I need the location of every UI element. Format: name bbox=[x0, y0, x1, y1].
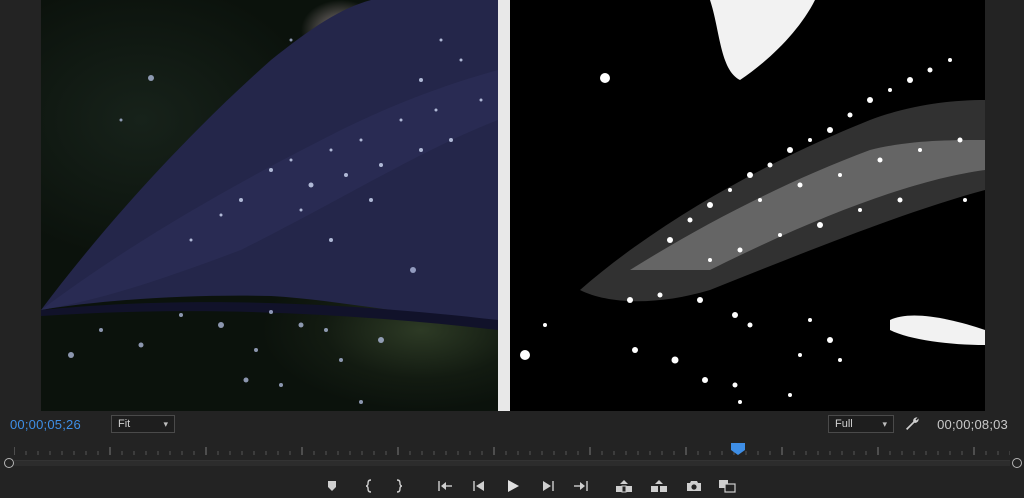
zoom-scroll-bar[interactable] bbox=[14, 460, 1010, 466]
split-divider[interactable] bbox=[498, 0, 510, 411]
time-ruler[interactable] bbox=[0, 440, 1024, 472]
mark-in-button[interactable] bbox=[360, 478, 378, 494]
export-frame-button[interactable] bbox=[685, 478, 703, 494]
reference-frame bbox=[41, 0, 498, 411]
camera-icon bbox=[687, 481, 701, 491]
lift-icon bbox=[616, 480, 632, 493]
duration-timecode: 00;00;08;03 bbox=[937, 417, 1008, 432]
marker-icon bbox=[328, 481, 336, 491]
chevron-down-icon: ▾ bbox=[163, 418, 168, 429]
play-button[interactable] bbox=[504, 478, 522, 494]
comparison-view-button[interactable] bbox=[718, 478, 736, 494]
go-to-out-button[interactable] bbox=[572, 478, 590, 494]
wrench-icon[interactable] bbox=[904, 416, 920, 432]
chevron-down-icon: ▾ bbox=[882, 418, 887, 429]
mark-in-icon bbox=[365, 479, 372, 493]
zoom-handle-left[interactable] bbox=[4, 458, 14, 468]
go-to-in-icon bbox=[438, 481, 452, 491]
zoom-level-value: Fit bbox=[118, 418, 131, 430]
current-timecode[interactable]: 00;00;05;26 bbox=[10, 417, 81, 432]
zoom-handle-right[interactable] bbox=[1012, 458, 1022, 468]
ruler-ticks bbox=[14, 447, 1010, 455]
key-matte-frame bbox=[510, 0, 985, 411]
mark-out-icon bbox=[396, 479, 403, 493]
go-to-in-button[interactable] bbox=[436, 478, 454, 494]
zoom-level-select[interactable]: Fit ▾ bbox=[111, 415, 175, 433]
add-marker-button[interactable] bbox=[323, 478, 341, 494]
playback-resolution-select[interactable]: Full ▾ bbox=[828, 415, 894, 433]
mark-out-button[interactable] bbox=[390, 478, 408, 494]
extract-button[interactable] bbox=[650, 478, 668, 494]
step-back-button[interactable] bbox=[470, 478, 488, 494]
transport-controls bbox=[0, 474, 1024, 498]
monitor-controls-bar: 00;00;05;26 Fit ▾ Full ▾ 00;00;08;03 bbox=[0, 412, 1024, 438]
extract-icon bbox=[651, 480, 667, 492]
play-icon bbox=[508, 480, 519, 492]
program-monitor-viewer[interactable] bbox=[0, 0, 1024, 411]
step-forward-icon bbox=[543, 481, 554, 491]
comparison-icon bbox=[719, 480, 736, 493]
lift-button[interactable] bbox=[615, 478, 633, 494]
step-back-icon bbox=[473, 481, 484, 491]
go-to-out-icon bbox=[574, 481, 588, 491]
step-forward-button[interactable] bbox=[539, 478, 557, 494]
playhead[interactable] bbox=[731, 443, 745, 455]
playback-resolution-value: Full bbox=[835, 418, 853, 430]
